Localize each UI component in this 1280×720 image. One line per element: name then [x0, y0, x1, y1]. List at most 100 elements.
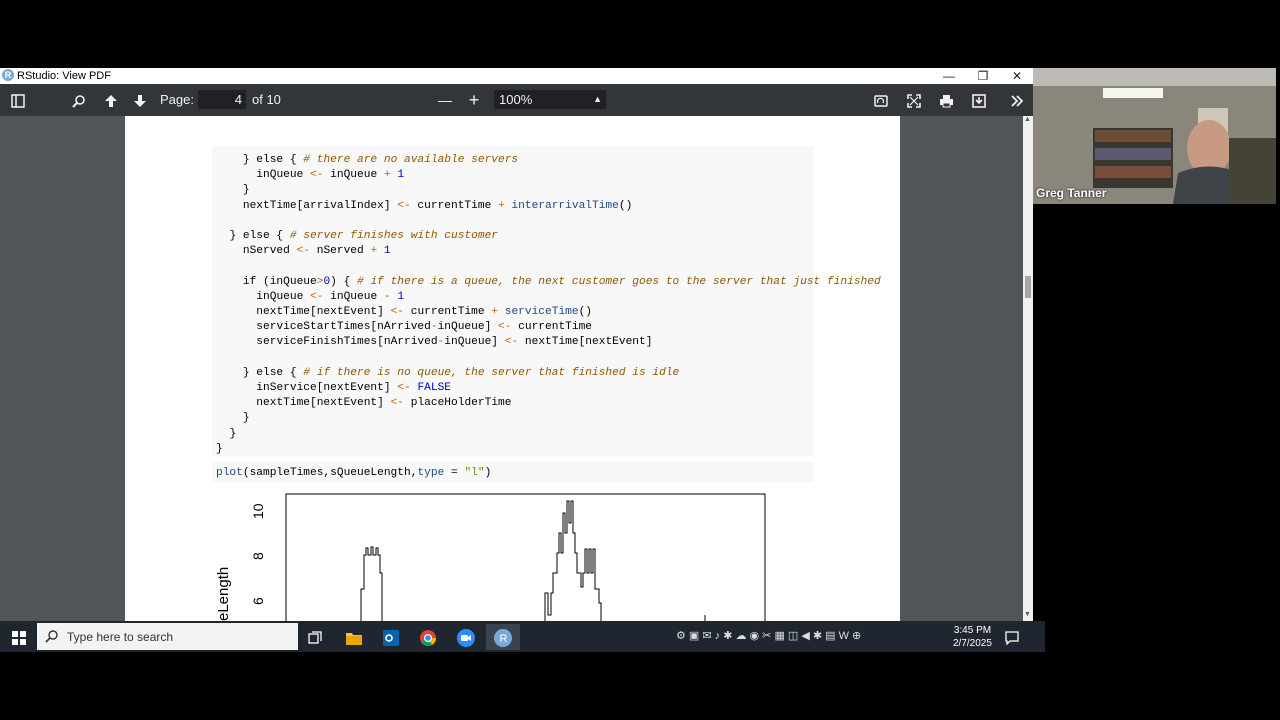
code-line: } else { # server finishes with customer [216, 229, 498, 243]
outlook-icon[interactable] [374, 624, 408, 650]
code-line: inService[nextEvent] <- FALSE [216, 381, 451, 395]
pdf-viewer-window: R RStudio: View PDF — ❐ ✕ Page: of 10 — … [0, 68, 1033, 621]
code-token: } else { [229, 230, 290, 242]
code-token: <- [498, 321, 512, 334]
close-button[interactable]: ✕ [1000, 68, 1034, 84]
zoom-out-icon[interactable]: — [431, 84, 459, 116]
code-token: plot [216, 467, 243, 479]
code-token: 1 [390, 290, 405, 303]
page-up-icon[interactable] [97, 84, 125, 116]
y-axis-label: eLength [215, 566, 232, 621]
code-token: = [444, 467, 465, 479]
fullscreen-icon[interactable] [900, 84, 928, 116]
code-line: } else { # if there is no queue, the ser… [216, 366, 679, 380]
download-icon[interactable] [965, 84, 993, 116]
rotate-icon[interactable] [867, 84, 895, 116]
zoom-app-icon[interactable] [449, 624, 483, 650]
pdf-viewport[interactable]: plot(sampleTimes,sQueueLength,type = "l"… [0, 116, 1033, 621]
code-token: } else { [242, 154, 304, 166]
more-tools-icon[interactable] [1003, 84, 1031, 116]
code-token: inQueue] [444, 336, 505, 349]
search-icon[interactable] [65, 84, 93, 116]
code-token: } [216, 442, 223, 455]
code-token: currentTime [511, 321, 593, 334]
scrollbar-thumb[interactable] [1025, 276, 1031, 298]
page-down-icon[interactable] [126, 84, 154, 116]
scroll-up-icon[interactable]: ▲ [1024, 116, 1031, 123]
notifications-icon[interactable] [995, 624, 1029, 650]
code-line: } [216, 183, 250, 197]
code-token: <- [504, 336, 519, 349]
code-token: () [618, 199, 633, 212]
code-token: (sampleTimes,sQueueLength, [242, 467, 418, 479]
print-icon[interactable] [932, 84, 960, 116]
zoom-select[interactable]: 100% ▲ [494, 90, 606, 109]
plot-frame [285, 493, 766, 621]
page-number-input[interactable] [198, 90, 246, 109]
scroll-down-icon[interactable]: ▼ [1024, 611, 1031, 618]
code-token: currentTime [404, 306, 492, 318]
title-bar: R RStudio: View PDF — ❐ ✕ [0, 68, 1033, 84]
chrome-icon[interactable] [411, 624, 445, 650]
windows-start-icon[interactable] [2, 624, 36, 650]
code-token: - [430, 321, 438, 334]
code-token: serviceTime [498, 306, 579, 318]
code-token: ) { [330, 275, 358, 288]
code-token: serviceStartTimes[nArrived [256, 321, 431, 334]
code-token: - [383, 290, 391, 303]
plot-line-series-2 [544, 500, 602, 621]
task-view-icon[interactable] [298, 624, 332, 650]
code-token: 1 [390, 169, 405, 182]
y-tick-label: 8 [250, 552, 266, 560]
rstudio-logo-icon: R [2, 69, 14, 81]
svg-text:R: R [500, 633, 508, 645]
code-token: <- [390, 306, 405, 318]
taskbar-search-box[interactable]: Type here to search [37, 623, 298, 650]
y-tick-label: 10 [250, 503, 266, 519]
page-count: of 10 [252, 92, 281, 107]
zoom-in-icon[interactable]: + [460, 84, 488, 116]
code-token: currentTime [410, 199, 498, 212]
code-token: # if there is no queue, the server that … [303, 366, 680, 379]
code-token: nextTime[nextEvent] [256, 397, 391, 410]
rstudio-app-icon[interactable]: R [486, 624, 520, 650]
code-token: # if there is a queue, the next customer… [357, 275, 881, 288]
vertical-scrollbar[interactable]: ▲ ▼ [1023, 116, 1033, 621]
tray-icons[interactable]: ⚙ ▣ ✉ ♪ ✱ ☁ ◉ ✂ ▦ ◫ ◀ ✱ ▤ W ⊕ [676, 629, 861, 642]
plot-line-series [360, 546, 383, 621]
code-token: interarrivalTime [504, 199, 619, 212]
system-clock[interactable]: 3:45 PM 2/7/2025 [953, 624, 992, 650]
code-token: } else { [242, 366, 304, 379]
code-token: inQueue] [437, 321, 499, 334]
code-line: inQueue <- inQueue - 1 [216, 290, 404, 304]
code-token: <- [310, 290, 324, 303]
restore-button[interactable]: ❐ [966, 68, 1000, 84]
code-line: serviceFinishTimes[nArrived-inQueue] <- … [216, 335, 652, 349]
file-explorer-icon[interactable] [337, 624, 371, 650]
search-placeholder: Type here to search [67, 630, 174, 644]
code-token: () [578, 306, 593, 318]
code-token: 1 [377, 245, 391, 258]
sidebar-toggle-icon[interactable] [4, 84, 32, 116]
code-token: <- [397, 199, 411, 212]
code-token: "l" [464, 467, 485, 479]
code-token: # server finishes with customer [289, 230, 498, 242]
minimize-button[interactable]: — [932, 68, 966, 84]
code-token: placeHolderTime [404, 397, 512, 410]
code-token: ) [484, 467, 492, 479]
code-token: <- [310, 169, 324, 182]
code-line: } else { # there are no available server… [216, 153, 518, 167]
code-line: serviceStartTimes[nArrived-inQueue] <- c… [216, 320, 592, 334]
code-token: inService[nextEvent] [256, 382, 398, 394]
code-token: + [498, 199, 505, 212]
zoom-value: 100% [499, 92, 533, 107]
